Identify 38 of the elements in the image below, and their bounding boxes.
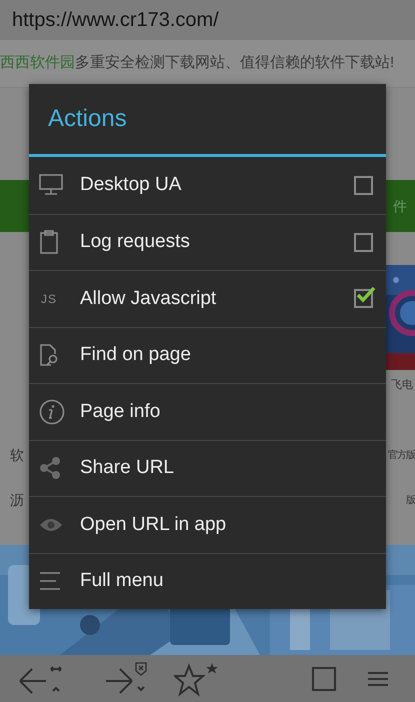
- page-text: 软: [10, 446, 24, 464]
- share-icon: [39, 456, 61, 480]
- checkbox[interactable]: [354, 176, 373, 195]
- page-text: 沥: [10, 490, 24, 510]
- info-icon: [39, 398, 65, 425]
- menu-label: Log requests: [80, 230, 191, 254]
- checkbox[interactable]: [354, 232, 373, 252]
- menu-item[interactable]: Desktop UA: [29, 157, 386, 214]
- eye-icon: [39, 516, 63, 533]
- bookmark-star-icon[interactable]: [174, 660, 220, 696]
- page-text: 官方版: [388, 448, 415, 462]
- menu-label: Share URL: [80, 456, 175, 480]
- menu-label: Find on page: [80, 343, 192, 367]
- menu-item[interactable]: Open URL in app: [29, 496, 386, 552]
- page-text: 版: [406, 494, 415, 508]
- menu-label: Full menu: [80, 569, 164, 593]
- tabs-icon[interactable]: [310, 664, 338, 692]
- bar-text: 件: [393, 196, 407, 216]
- menu-item[interactable]: Log requests: [29, 214, 386, 270]
- menu-item[interactable]: JS Allow Javascript: [29, 270, 386, 326]
- menu-lines-icon: [39, 571, 61, 592]
- menu-label: Allow Javascript: [80, 286, 218, 310]
- menu-label: Open URL in app: [80, 512, 228, 536]
- monitor-icon: [39, 174, 63, 196]
- card-caption: 飞电: [391, 378, 413, 393]
- menu-label: Page info: [80, 400, 162, 424]
- menu-item[interactable]: Find on page: [29, 326, 386, 383]
- menu-item[interactable]: Share URL: [29, 440, 386, 496]
- dialog-title: Actions: [48, 104, 127, 134]
- menu-item[interactable]: Full menu: [29, 552, 386, 609]
- checkbox[interactable]: [354, 289, 373, 308]
- js-icon: JS: [41, 290, 58, 308]
- tagline: 多重安全检测下载网站、值得信赖的软件下载站!: [75, 53, 394, 74]
- document-search-icon: [39, 343, 59, 368]
- menu-label: Desktop UA: [80, 173, 182, 197]
- clipboard-icon: [39, 230, 59, 254]
- forward-icon[interactable]: [104, 660, 148, 696]
- menu-item[interactable]: Page info: [29, 383, 386, 440]
